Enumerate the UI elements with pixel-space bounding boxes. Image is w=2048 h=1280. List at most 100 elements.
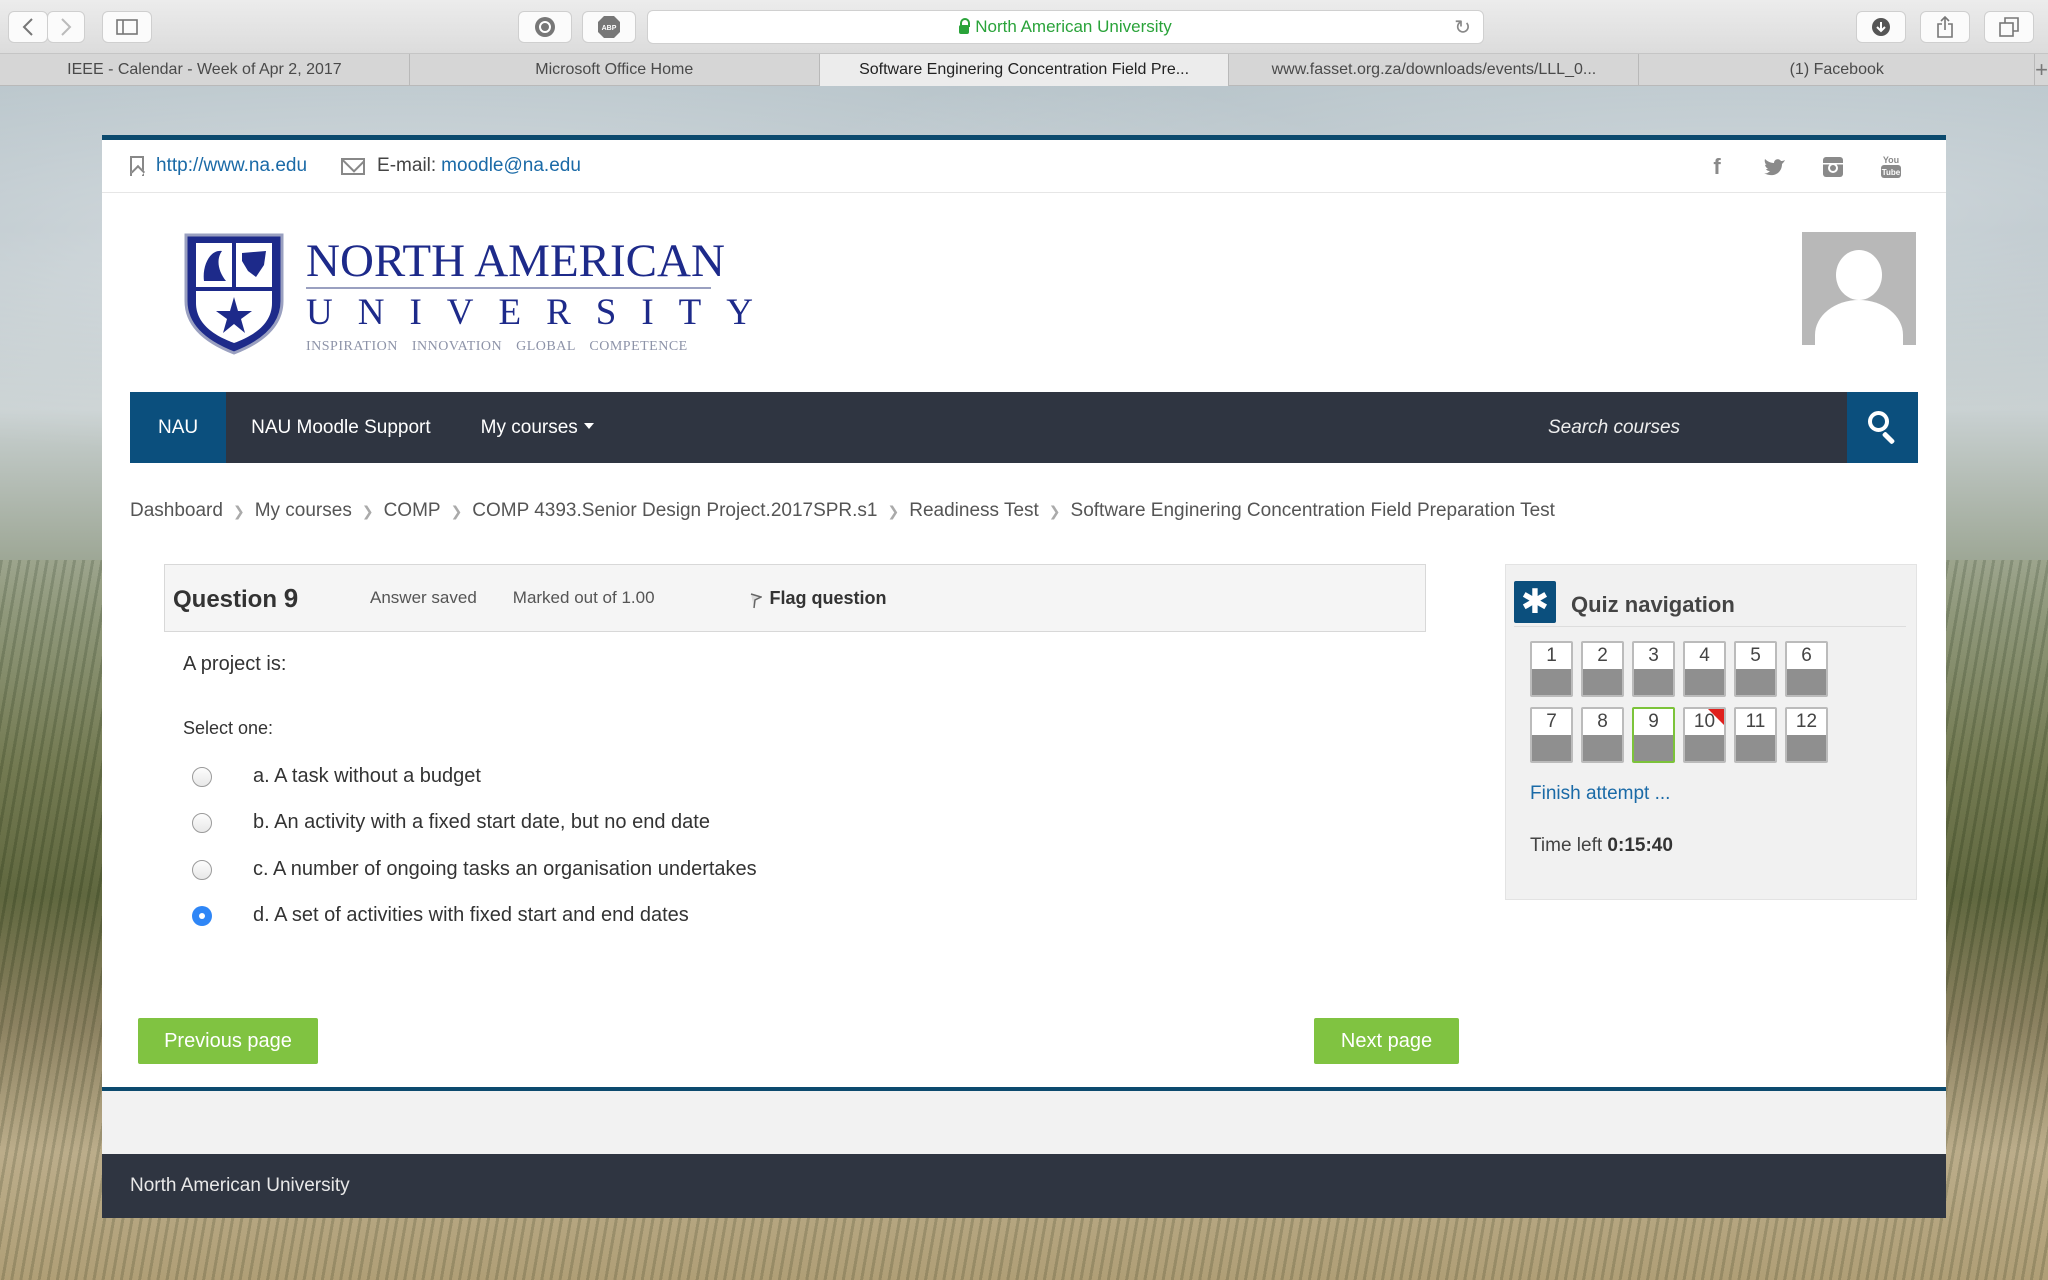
lock-icon	[959, 17, 971, 34]
browser-tab-active[interactable]: Software Enginering Concentration Field …	[819, 54, 1230, 86]
chevron-right-icon	[61, 18, 72, 36]
breadcrumb-item[interactable]: COMP	[384, 500, 441, 522]
chevron-right-icon: ❯	[232, 502, 245, 519]
address-bar[interactable]: North American University ↻	[647, 10, 1484, 44]
quiz-navigation-block: ✱ Quiz navigation 1 2 3 4 5 6 7 8 9 10 1…	[1505, 564, 1917, 900]
quiz-question-button-current[interactable]: 9	[1632, 707, 1675, 763]
answer-option-d[interactable]: d. A set of activities with fixed start …	[192, 904, 689, 927]
twitter-icon[interactable]	[1760, 152, 1790, 182]
question-number: 7	[1546, 711, 1557, 732]
radio-button[interactable]	[192, 766, 212, 787]
quiz-question-button[interactable]: 2	[1581, 641, 1624, 697]
back-button[interactable]	[8, 11, 48, 43]
browser-tab-bar: IEEE - Calendar - Week of Apr 2, 2017 Mi…	[0, 54, 2048, 86]
facebook-icon[interactable]: f	[1702, 152, 1732, 182]
quiz-question-button[interactable]: 7	[1530, 707, 1573, 763]
email-link[interactable]: moodle@na.edu	[441, 155, 581, 177]
breadcrumb-item[interactable]: Dashboard	[130, 500, 223, 522]
social-links: f You Tube	[1702, 152, 1906, 182]
quiz-question-button[interactable]: 8	[1581, 707, 1624, 763]
select-one-label: Select one:	[183, 718, 274, 738]
answer-option-label: d. A set of activities with fixed start …	[253, 904, 689, 926]
quiz-question-button[interactable]: 6	[1785, 641, 1828, 697]
quiz-question-button[interactable]: 11	[1734, 707, 1777, 763]
chevron-right-icon: ❯	[1048, 502, 1061, 519]
browser-tab[interactable]: (1) Facebook	[1639, 54, 2036, 86]
tabs-icon	[1999, 17, 2019, 37]
answer-option-a[interactable]: a. A task without a budget	[192, 765, 481, 788]
answer-option-label: c. A number of ongoing tasks an organisa…	[253, 858, 757, 880]
forward-button[interactable]	[47, 11, 85, 43]
university-logo[interactable]: NORTH AMERICAN UNIVERSITY INSPIRATION IN…	[182, 231, 753, 355]
search-courses-input[interactable]: Search courses	[1548, 392, 1848, 463]
answer-option-b[interactable]: b. An activity with a fixed start date, …	[192, 811, 710, 834]
chevron-right-icon: ❯	[361, 502, 374, 519]
finish-attempt-link[interactable]: Finish attempt ...	[1530, 783, 1670, 805]
new-tab-button[interactable]: +	[2035, 54, 2048, 85]
instagram-icon[interactable]	[1818, 152, 1848, 182]
breadcrumb-item[interactable]: My courses	[255, 500, 352, 522]
quiz-question-button[interactable]: 1	[1530, 641, 1573, 697]
grammarly-extension-button[interactable]	[518, 11, 572, 43]
share-icon	[1937, 16, 1953, 38]
breadcrumb-item[interactable]: Software Enginering Concentration Field …	[1071, 500, 1555, 522]
time-left: Time left 0:15:40	[1530, 835, 1673, 857]
browser-tab[interactable]: Microsoft Office Home	[410, 54, 820, 86]
footer-spacer	[102, 1091, 1946, 1154]
site-footer: North American University	[102, 1154, 1946, 1218]
quiz-question-button[interactable]: 5	[1734, 641, 1777, 697]
user-avatar[interactable]	[1802, 232, 1916, 345]
breadcrumb-item[interactable]: COMP 4393.Senior Design Project.2017SPR.…	[472, 500, 877, 522]
quiz-question-button[interactable]: 12	[1785, 707, 1828, 763]
search-button[interactable]	[1847, 392, 1918, 463]
question-label: Question	[173, 585, 278, 613]
quiz-question-button[interactable]: 3	[1632, 641, 1675, 697]
breadcrumb-item[interactable]: Readiness Test	[909, 500, 1039, 522]
question-number: 5	[1750, 645, 1761, 666]
sidebar-icon	[116, 19, 138, 35]
question-number: 11	[1745, 711, 1766, 732]
browser-toolbar: ABP North American University ↻	[0, 0, 2048, 54]
adblock-extension-button[interactable]: ABP	[582, 11, 636, 43]
quiz-navigation-title: Quiz navigation	[1571, 591, 1735, 617]
quiz-navigation-header: ✱ Quiz navigation	[1514, 577, 1906, 627]
previous-page-button[interactable]: Previous page	[138, 1018, 318, 1064]
sidebar-toggle-button[interactable]	[102, 11, 152, 43]
asterisk-icon: ✱	[1514, 580, 1556, 623]
browser-tab[interactable]: IEEE - Calendar - Week of Apr 2, 2017	[0, 54, 410, 86]
youtube-icon[interactable]: You Tube	[1876, 152, 1906, 182]
search-icon	[1868, 411, 1889, 432]
quiz-question-button[interactable]: 4	[1683, 641, 1726, 697]
tab-overview-button[interactable]	[1984, 11, 2034, 43]
question-number: 2	[1597, 645, 1608, 666]
quiz-question-button-flagged[interactable]: 10	[1683, 707, 1726, 763]
time-left-value: 0:15:40	[1607, 835, 1673, 856]
time-left-label: Time left	[1530, 835, 1608, 856]
radio-button[interactable]	[192, 859, 212, 880]
page-card: http://www.na.edu E-mail: moodle@na.edu …	[102, 135, 1946, 1218]
browser-tab[interactable]: www.fasset.org.za/downloads/events/LLL_0…	[1229, 54, 1640, 86]
nav-item-my-courses[interactable]: My courses	[456, 392, 619, 463]
address-text: North American University	[975, 17, 1172, 36]
flag-question-button[interactable]: Flag question	[750, 588, 887, 609]
logo-line-1: NORTH AMERICAN	[306, 235, 725, 287]
question-status: Answer saved	[370, 588, 477, 607]
university-crest-icon	[184, 233, 284, 355]
logo-line-2: UNIVERSITY	[306, 287, 753, 335]
answer-option-c[interactable]: c. A number of ongoing tasks an organisa…	[192, 858, 757, 881]
website-link[interactable]: http://www.na.edu	[156, 155, 307, 177]
chevron-left-icon	[22, 18, 33, 36]
radio-button[interactable]	[192, 812, 212, 833]
nav-item-nau[interactable]: NAU	[130, 392, 227, 463]
email-label: E-mail:	[377, 155, 437, 176]
radio-button-checked[interactable]	[192, 905, 212, 926]
chevron-right-icon: ❯	[887, 502, 900, 519]
share-button[interactable]	[1920, 11, 1970, 43]
next-page-button[interactable]: Next page	[1314, 1018, 1459, 1064]
reload-icon[interactable]: ↻	[1454, 15, 1471, 40]
question-text: A project is:	[183, 653, 287, 675]
flag-question-label: Flag question	[769, 587, 887, 608]
main-navigation: NAU NAU Moodle Support My courses Search…	[130, 392, 1918, 463]
nav-item-moodle-support[interactable]: NAU Moodle Support	[226, 392, 456, 463]
downloads-button[interactable]	[1856, 11, 1906, 43]
